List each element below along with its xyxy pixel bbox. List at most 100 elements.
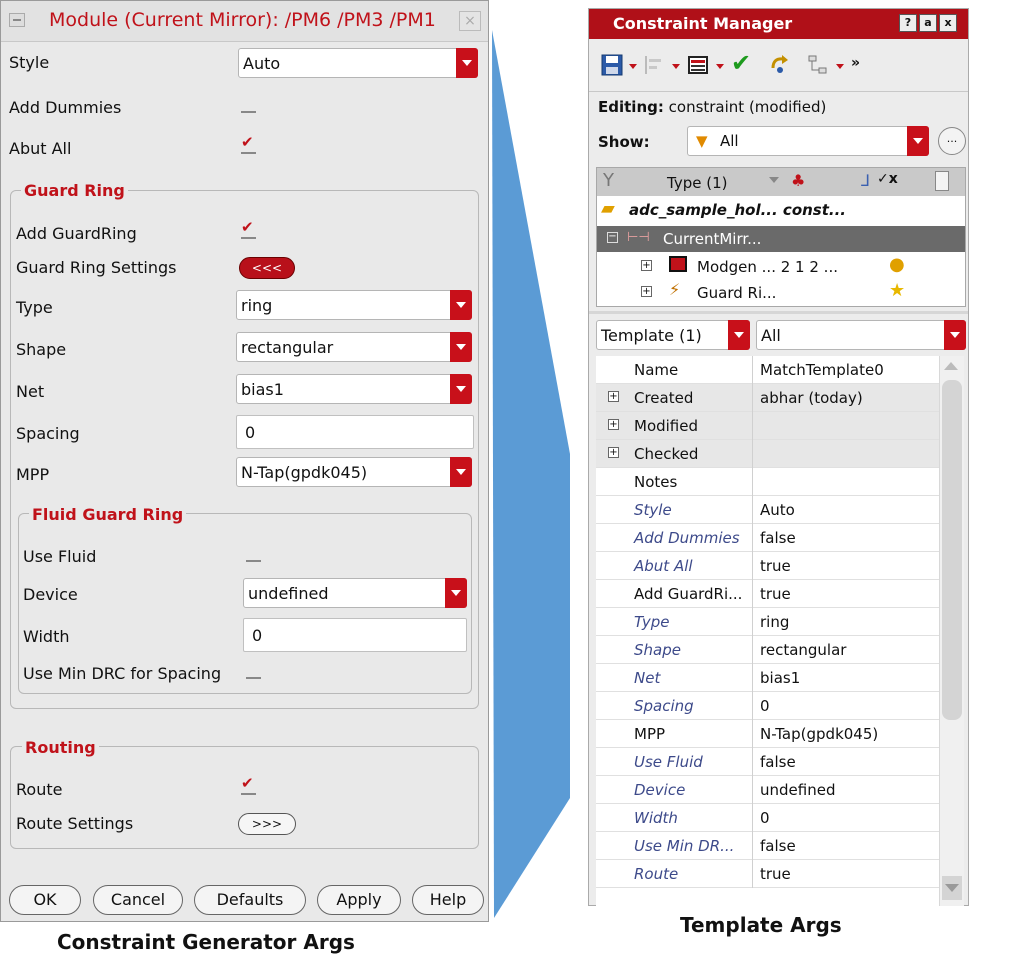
property-row[interactable]: Net bias1 (596, 664, 939, 692)
collapse-icon[interactable]: − (607, 232, 618, 243)
defaults-button[interactable]: Defaults (194, 885, 306, 915)
tree-child-modgen[interactable]: + Modgen ... 2 1 2 ... ● (597, 254, 965, 280)
scroll-up-icon[interactable] (944, 362, 958, 370)
table-dropdown-icon[interactable] (716, 64, 724, 69)
property-value[interactable]: N-Tap(gpdk045) (760, 725, 878, 743)
filter-icon[interactable]: Y (603, 170, 614, 191)
property-value[interactable]: ring (760, 613, 789, 631)
shape-dropdown[interactable]: rectangular (236, 332, 472, 362)
property-row[interactable]: Width 0 (596, 804, 939, 832)
scroll-down-button[interactable] (942, 876, 962, 900)
refresh-icon[interactable] (769, 54, 791, 76)
property-value[interactable]: false (760, 529, 796, 547)
more-icon[interactable]: » (851, 55, 860, 71)
property-value[interactable]: bias1 (760, 669, 800, 687)
property-value[interactable]: abhar (today) (760, 389, 863, 407)
net-dropdown[interactable]: bias1 (236, 374, 472, 404)
property-row[interactable]: + Checked (596, 440, 939, 468)
property-row[interactable]: + Modified (596, 412, 939, 440)
grid-scrollbar[interactable] (939, 356, 964, 906)
min-drc-checkbox[interactable] (246, 664, 261, 679)
table-icon[interactable] (687, 54, 709, 76)
ok-button[interactable]: OK (9, 885, 81, 915)
route-checkbox[interactable] (241, 774, 256, 795)
property-value[interactable]: 0 (760, 697, 770, 715)
route-settings-button[interactable]: >>> (238, 813, 296, 835)
expand-icon[interactable]: + (608, 419, 619, 430)
check-icon[interactable]: ✔ (731, 49, 751, 77)
add-dummies-checkbox[interactable] (241, 98, 256, 113)
mpp-dropdown[interactable]: N-Tap(gpdk045) (236, 457, 472, 487)
align-icon[interactable] (643, 54, 665, 76)
property-row[interactable]: + Created abhar (today) (596, 384, 939, 412)
column-divider (752, 720, 753, 748)
expand-icon[interactable]: + (608, 447, 619, 458)
add-guardring-checkbox[interactable] (241, 218, 256, 239)
group-icon[interactable]: ♣ (791, 171, 805, 190)
hierarchy-icon[interactable] (807, 54, 829, 76)
property-row[interactable]: Abut All true (596, 552, 939, 580)
property-value[interactable]: true (760, 865, 791, 883)
apply-button[interactable]: Apply (317, 885, 401, 915)
expand-icon[interactable]: + (608, 391, 619, 402)
cancel-button[interactable]: Cancel (93, 885, 183, 915)
show-more-button[interactable]: ... (938, 127, 966, 155)
tree-selected[interactable]: − ⊢⊣ CurrentMirr... (597, 226, 965, 252)
type-dropdown[interactable]: ring (236, 290, 472, 320)
property-row[interactable]: Style Auto (596, 496, 939, 524)
property-value[interactable]: false (760, 753, 796, 771)
width-field[interactable]: 0 (243, 618, 467, 652)
guard-ring-settings-button[interactable]: <<< (239, 257, 295, 279)
property-row[interactable]: Route true (596, 860, 939, 888)
show-dropdown[interactable]: ▼ All (687, 126, 929, 156)
property-row[interactable]: Add GuardRi... true (596, 580, 939, 608)
expand-icon[interactable]: + (641, 286, 652, 297)
property-value[interactable]: Auto (760, 501, 795, 519)
help-button[interactable]: Help (412, 885, 484, 915)
template-filter-dropdown[interactable]: All (756, 320, 966, 350)
notes-icon[interactable] (935, 171, 949, 191)
help-icon[interactable]: ? (899, 14, 917, 32)
tree-type-header[interactable]: Type (1) (667, 174, 727, 192)
check-status-icon[interactable]: ✓x (877, 171, 898, 187)
tree-root[interactable]: ▰ adc_sample_hol... const... (601, 198, 961, 224)
property-row[interactable]: MPP N-Tap(gpdk045) (596, 720, 939, 748)
property-row[interactable]: Type ring (596, 608, 939, 636)
property-value[interactable]: MatchTemplate0 (760, 361, 884, 379)
property-value[interactable]: rectangular (760, 641, 846, 659)
style-dropdown[interactable]: Auto (238, 48, 478, 78)
property-value[interactable]: true (760, 585, 791, 603)
property-row[interactable]: Use Min DR... false (596, 832, 939, 860)
template-dropdown[interactable]: Template (1) (596, 320, 750, 350)
restore-icon[interactable]: a (919, 14, 937, 32)
minimize-icon[interactable] (9, 13, 25, 27)
property-value[interactable]: true (760, 557, 791, 575)
property-row[interactable]: Spacing 0 (596, 692, 939, 720)
abut-all-checkbox[interactable] (241, 133, 256, 154)
spacing-field[interactable]: 0 (236, 415, 474, 449)
save-dropdown-icon[interactable] (629, 64, 637, 69)
property-value[interactable]: false (760, 837, 796, 855)
property-value[interactable]: 0 (760, 809, 770, 827)
close-icon[interactable]: x (939, 14, 957, 32)
property-row[interactable]: Shape rectangular (596, 636, 939, 664)
use-fluid-checkbox[interactable] (246, 547, 261, 562)
save-icon[interactable] (601, 54, 623, 76)
property-row[interactable]: Notes (596, 468, 939, 496)
param-icon[interactable]: ⅃ (861, 171, 870, 190)
hierarchy-dropdown-icon[interactable] (836, 64, 844, 69)
chevron-down-icon[interactable] (769, 177, 779, 183)
close-icon[interactable]: × (459, 11, 481, 31)
property-row[interactable]: Device undefined (596, 776, 939, 804)
property-row[interactable]: Add Dummies false (596, 524, 939, 552)
property-value[interactable]: undefined (760, 781, 835, 799)
property-row[interactable]: Use Fluid false (596, 748, 939, 776)
scroll-thumb[interactable] (942, 380, 962, 720)
tree-child-guardring[interactable]: + ⚡ Guard Ri... ★ (597, 280, 965, 306)
align-dropdown-icon[interactable] (672, 64, 680, 69)
splitter[interactable] (589, 311, 968, 314)
property-row[interactable]: Name MatchTemplate0 (596, 356, 939, 384)
expand-icon[interactable]: + (641, 260, 652, 271)
column-divider (752, 412, 753, 440)
device-dropdown[interactable]: undefined (243, 578, 467, 608)
